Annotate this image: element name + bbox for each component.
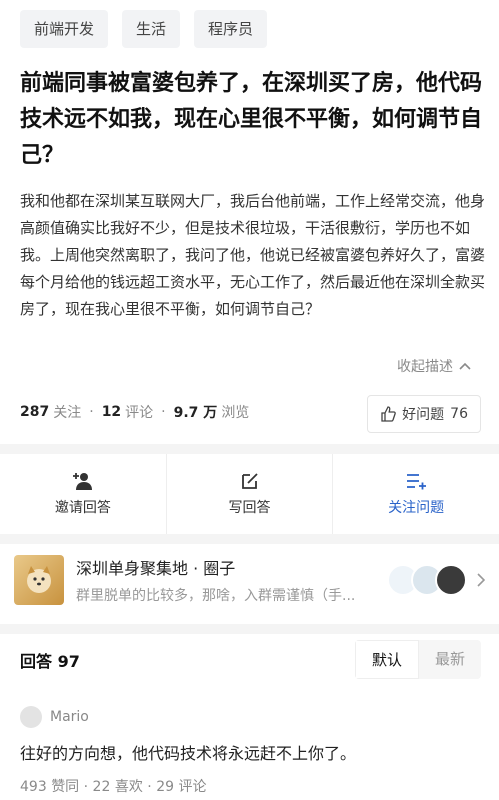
answers-count: 回答 97 bbox=[20, 648, 355, 672]
answers-number: 97 bbox=[57, 651, 80, 671]
chevron-up-icon bbox=[459, 362, 471, 370]
write-answer-button[interactable]: 写回答 bbox=[167, 454, 334, 534]
avatar bbox=[20, 706, 42, 728]
follow-question-button[interactable]: 关注问题 bbox=[333, 454, 499, 534]
follow-count: 287 bbox=[20, 404, 50, 420]
question-stats: 287 关注 · 12 评论 · 9.7 万 浏览 bbox=[20, 402, 250, 422]
answer-meta: 493 赞同 · 22 喜欢 · 29 评论 bbox=[20, 779, 207, 795]
sort-default-button[interactable]: 默认 bbox=[354, 640, 419, 679]
divider bbox=[0, 624, 499, 634]
answers-label: 回答 bbox=[20, 651, 53, 671]
write-answer-label: 写回答 bbox=[228, 500, 271, 516]
likes-count: 493 bbox=[20, 779, 47, 795]
tag-life[interactable]: 生活 bbox=[122, 10, 181, 48]
invite-answer-label: 邀请回答 bbox=[54, 500, 111, 516]
chevron-right-icon bbox=[477, 573, 485, 587]
sort-toggle: 默认 最新 bbox=[354, 640, 481, 679]
action-bar: 邀请回答 写回答 关注问题 bbox=[0, 454, 499, 534]
answer-author[interactable]: Mario bbox=[20, 706, 89, 728]
comments-label: 评论 bbox=[178, 779, 207, 795]
collapse-description-button[interactable]: 收起描述 bbox=[397, 356, 471, 376]
tag-frontend[interactable]: 前端开发 bbox=[20, 10, 109, 48]
question-description: 我和他都在深圳某互联网大厂，我后台他前端，工作上经常交流，他身高颜值确实比我好不… bbox=[20, 192, 486, 318]
favorites-label: 喜欢 bbox=[114, 779, 143, 795]
comments-count: 29 bbox=[156, 779, 175, 795]
comment-count: 12 bbox=[101, 404, 122, 420]
member-avatars bbox=[387, 564, 467, 596]
view-label: 浏览 bbox=[221, 405, 250, 421]
good-question-button[interactable]: 好问题 76 bbox=[367, 395, 481, 433]
author-name: Mario bbox=[50, 709, 89, 725]
circle-title: 深圳单身聚集地 · 圈子 bbox=[76, 559, 236, 578]
comment-label[interactable]: 评论 bbox=[125, 402, 153, 422]
thumbs-up-icon bbox=[380, 406, 396, 422]
likes-label: 赞同 bbox=[51, 779, 80, 795]
follow-label: 关注 bbox=[53, 405, 82, 421]
good-question-label: 好问题 bbox=[402, 407, 445, 423]
tag-list: 前端开发 生活 程序员 bbox=[20, 10, 268, 48]
avatar bbox=[435, 564, 467, 596]
answer-text[interactable]: 往好的方向想，他代码技术将永远赶不上你了。 bbox=[20, 740, 356, 764]
tag-programmer[interactable]: 程序员 bbox=[194, 10, 268, 48]
view-count: 9.7 万 bbox=[173, 405, 218, 421]
edit-icon bbox=[240, 471, 260, 491]
circle-subtitle: 群里脱单的比较多，那啥，入群需谨慎（手... bbox=[76, 588, 356, 604]
divider bbox=[0, 534, 499, 544]
favorites-count: 22 bbox=[92, 779, 111, 795]
divider bbox=[0, 444, 499, 454]
question-title: 前端同事被富婆包养了，在深圳买了房，他代码技术远不如我，现在心里很不平衡，如何调… bbox=[20, 71, 483, 168]
good-question-count: 76 bbox=[450, 406, 468, 422]
sort-latest-button[interactable]: 最新 bbox=[419, 640, 481, 679]
follow-question-label: 关注问题 bbox=[388, 500, 445, 516]
invite-icon bbox=[72, 471, 94, 491]
follow-icon bbox=[405, 471, 427, 491]
collapse-label: 收起描述 bbox=[397, 359, 453, 375]
answers-header: 回答 97 默认 最新 bbox=[20, 640, 481, 679]
invite-answer-button[interactable]: 邀请回答 bbox=[0, 454, 167, 534]
dog-avatar-image bbox=[14, 555, 64, 605]
circle-card[interactable]: 深圳单身聚集地 · 圈子 群里脱单的比较多，那啥，入群需谨慎（手... bbox=[14, 545, 485, 615]
